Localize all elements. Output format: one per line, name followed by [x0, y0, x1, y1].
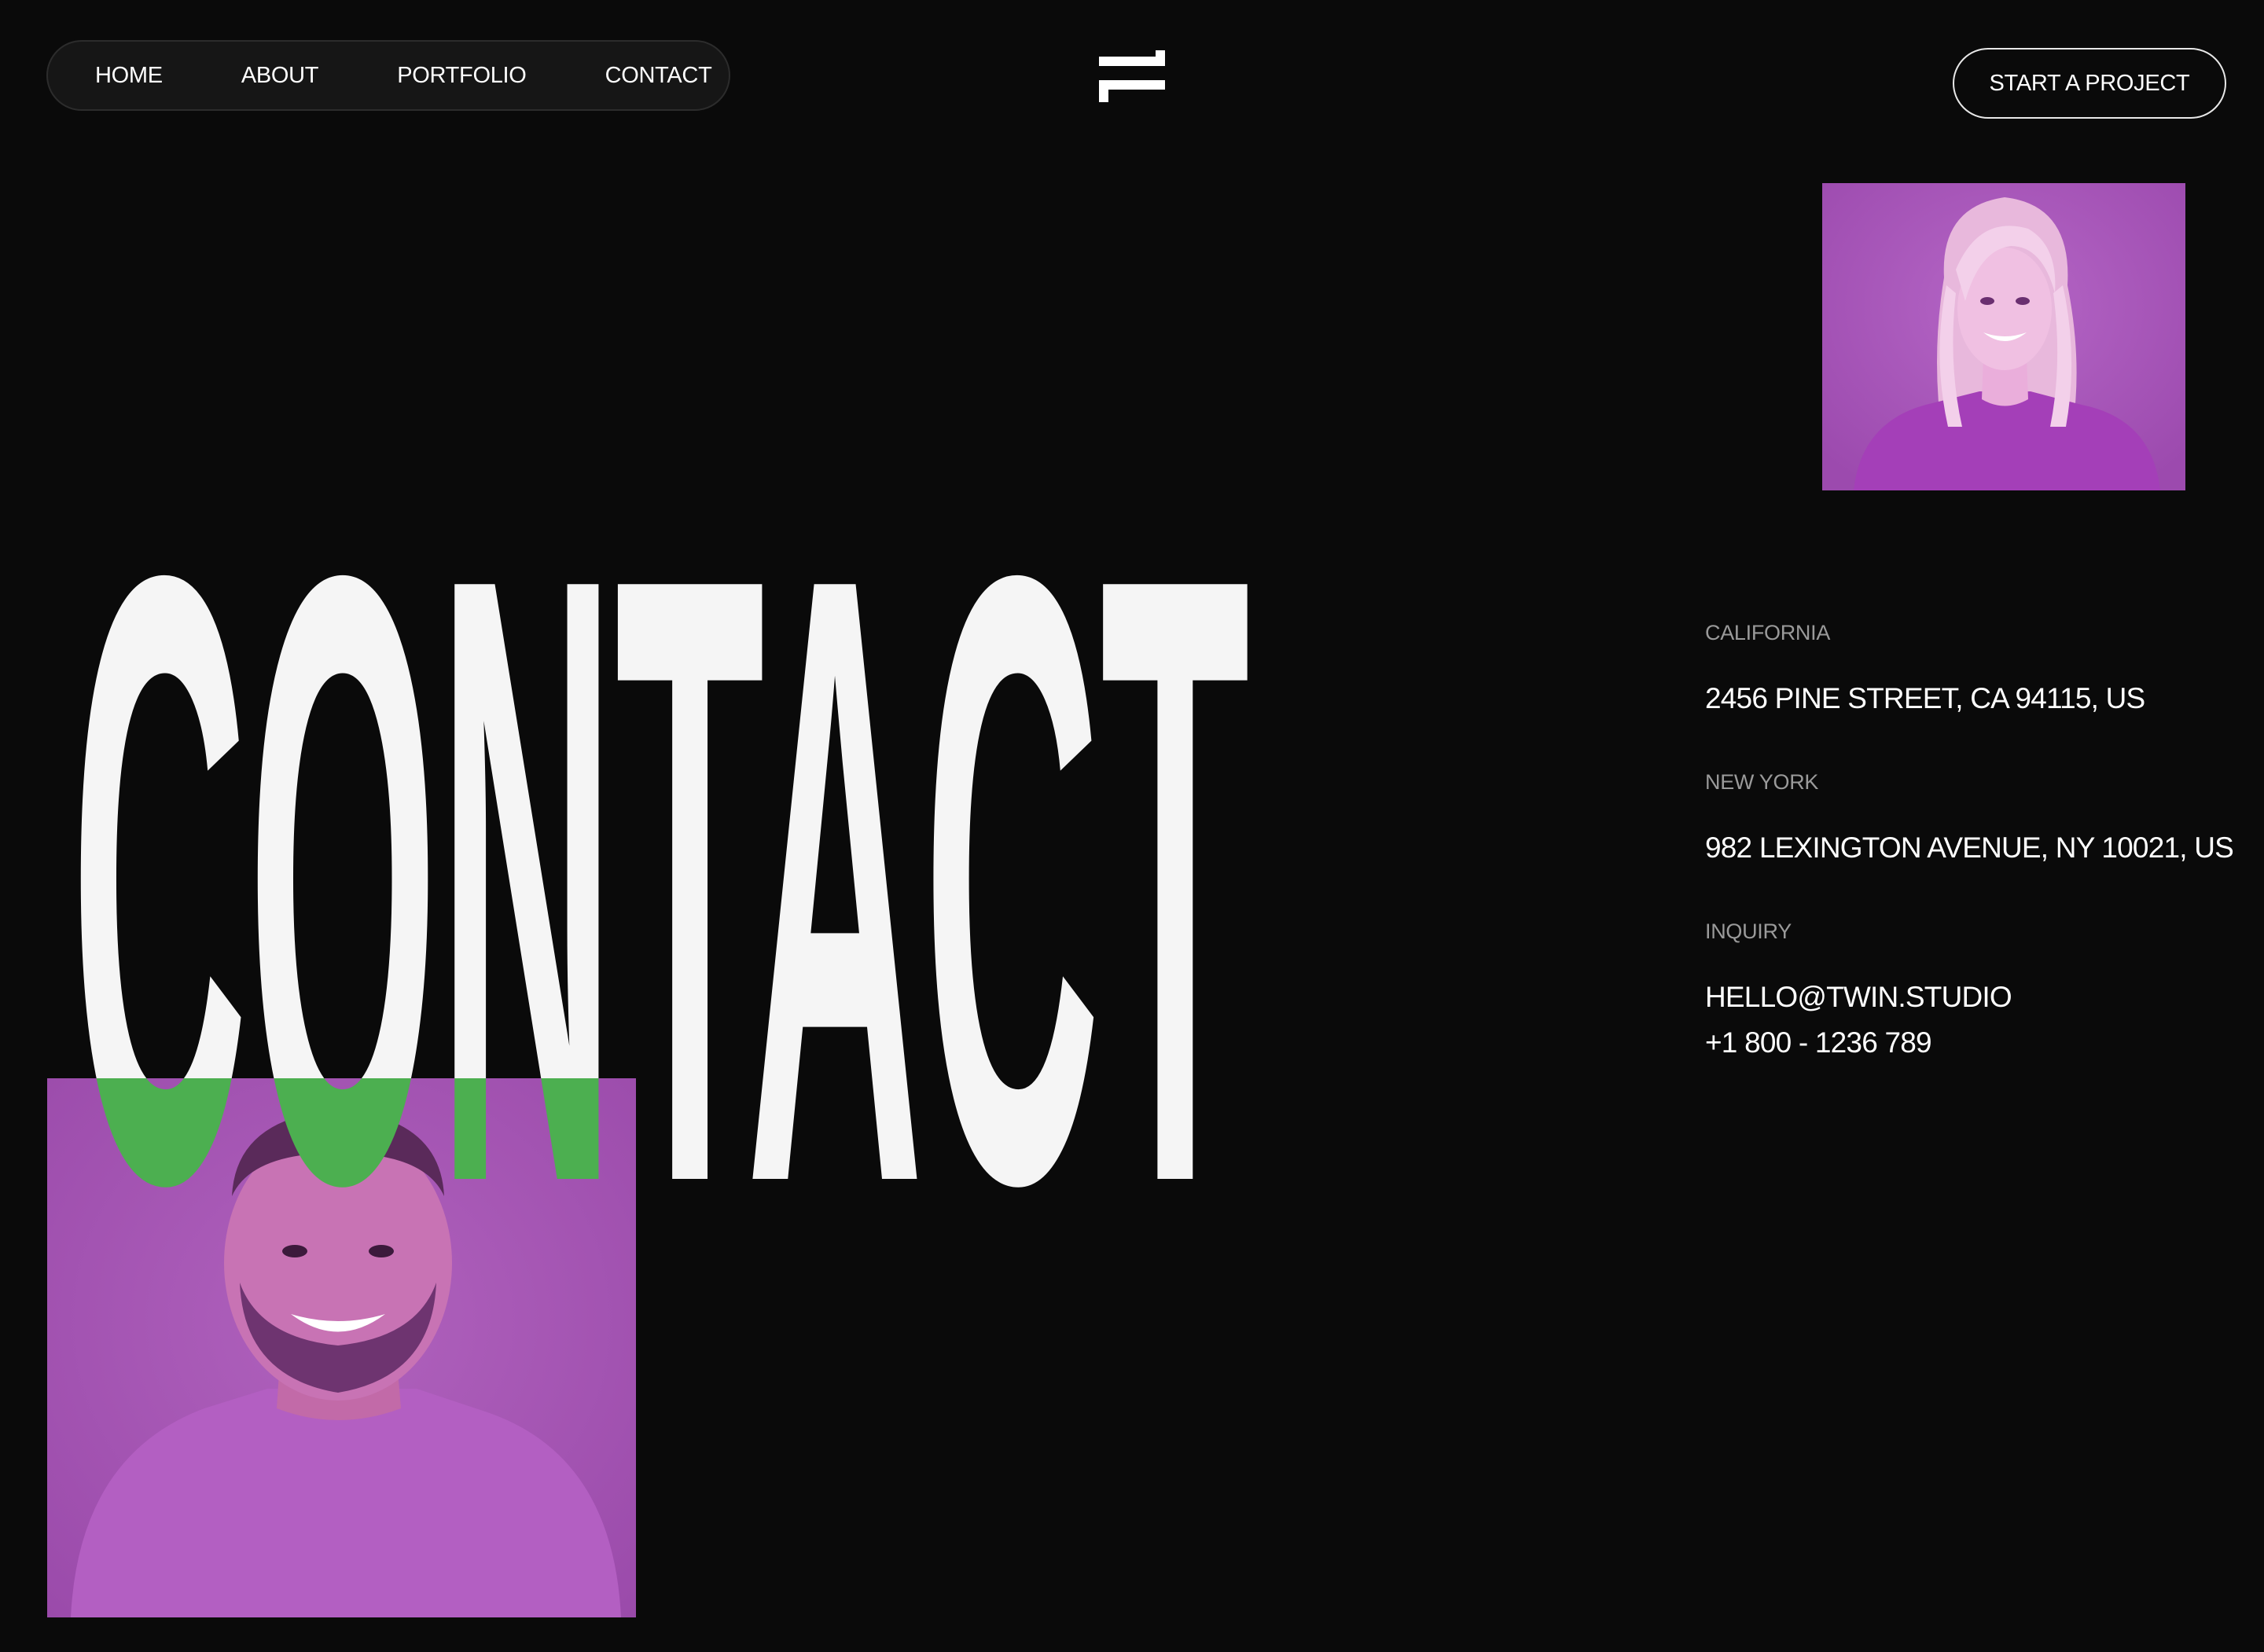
- contact-page: HOME ABOUT PORTFOLIO CONTACT START A PRO…: [0, 0, 2264, 1652]
- inquiry-label: INQUIRY: [1705, 920, 1792, 943]
- inquiry-email-link[interactable]: HELLO@TWIN.STUDIO: [1705, 981, 2012, 1014]
- hero-title: CONTACT CONTACT: [71, 472, 1266, 1336]
- location-label-california: CALIFORNIA: [1705, 621, 1831, 644]
- nav-link-contact[interactable]: CONTACT: [605, 63, 712, 89]
- nav-link-home[interactable]: HOME: [95, 63, 163, 89]
- main-nav: HOME ABOUT PORTFOLIO CONTACT: [46, 40, 730, 111]
- start-project-button[interactable]: START A PROJECT: [1953, 48, 2226, 119]
- portrait-photo-woman: [1822, 183, 2185, 490]
- location-label-new-york: NEW YORK: [1705, 770, 1819, 794]
- nav-link-portfolio[interactable]: PORTFOLIO: [397, 63, 527, 89]
- twin-logo-icon[interactable]: [1099, 50, 1165, 102]
- inquiry-phone-link[interactable]: +1 800 - 1236 789: [1705, 1026, 1932, 1059]
- nav-link-about[interactable]: ABOUT: [241, 63, 319, 89]
- location-address-new-york: 982 LEXINGTON AVENUE, NY 10021, US: [1705, 832, 2234, 864]
- location-address-california: 2456 PINE STREET, CA 94115, US: [1705, 682, 2145, 714]
